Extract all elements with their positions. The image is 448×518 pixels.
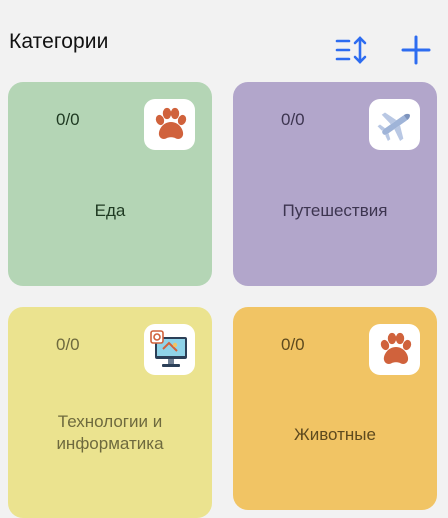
category-count: 0/0 (56, 335, 80, 354)
category-card-animals[interactable]: 0/0 Животные (233, 307, 437, 510)
category-count: 0/0 (56, 110, 80, 129)
category-card-food[interactable]: 0/0 Еда (8, 82, 212, 286)
paw-icon (155, 107, 186, 139)
category-count: 0/0 (281, 110, 305, 129)
category-name: Животные (294, 425, 376, 444)
category-card-technology[interactable]: 0/0 Технологии и информатика (8, 307, 212, 518)
paw-icon (380, 332, 411, 364)
category-name: Путешествия (282, 201, 388, 220)
category-icon-box (144, 324, 195, 375)
category-name: Технологии и информатика (56, 412, 164, 453)
category-name: Еда (94, 201, 126, 220)
category-grid: 0/0 Еда 0/0 Путешествия 0/0 Технологии и… (0, 0, 448, 518)
category-icon-box (144, 99, 195, 150)
category-icon-box (369, 99, 420, 150)
category-count: 0/0 (281, 335, 305, 354)
airplane-icon (377, 111, 410, 141)
computer-icon (149, 329, 187, 367)
category-icon-box (369, 324, 420, 375)
category-card-travel[interactable]: 0/0 Путешествия (233, 82, 437, 286)
